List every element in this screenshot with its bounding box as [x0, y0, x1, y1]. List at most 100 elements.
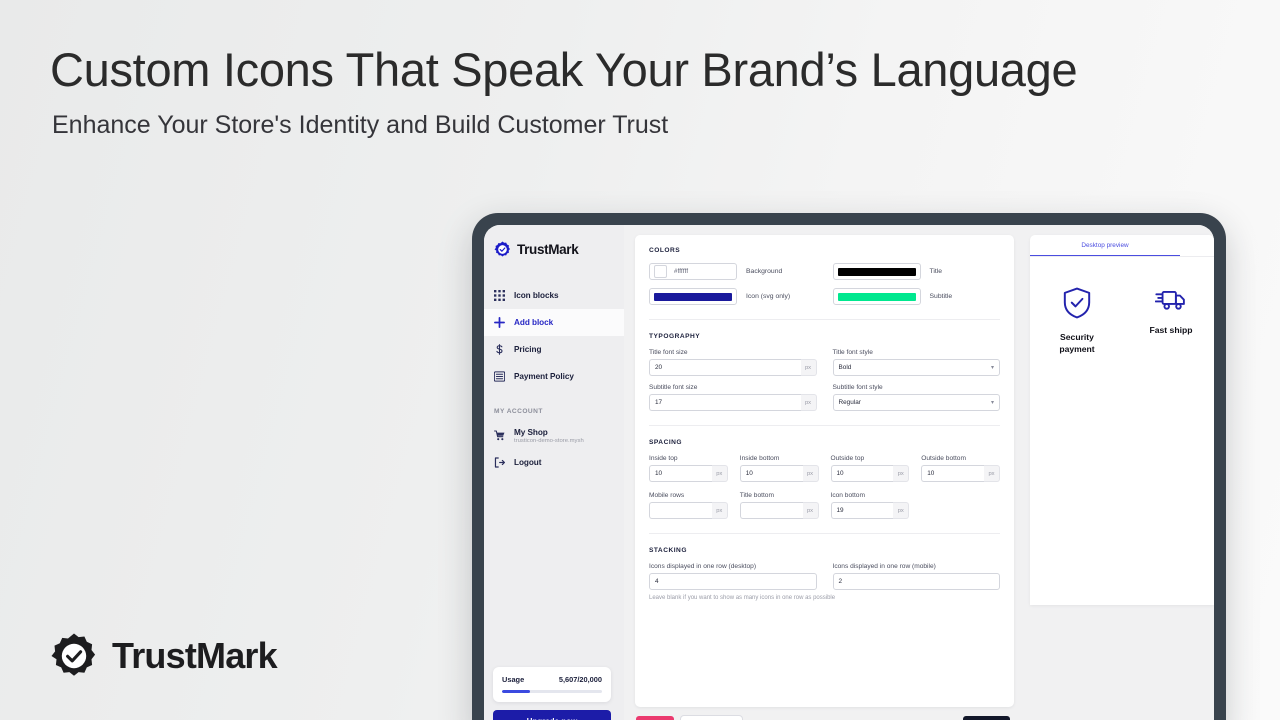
sidebar-item-logout[interactable]: Logout: [484, 449, 624, 476]
color-field-label: Background: [746, 268, 783, 275]
usage-card: Usage 5,607/20,000: [493, 666, 611, 702]
sidebar-logo-label: TrustMark: [517, 242, 579, 257]
color-field-label: Title: [929, 268, 943, 275]
field-label: Inside bottom: [739, 455, 780, 462]
field-title-font-style: Title font style Bold ▾: [832, 349, 1000, 376]
chevron-down-icon: ▾: [990, 399, 994, 406]
grid-icon: [494, 290, 505, 301]
verified-badge-check-icon: [50, 632, 98, 680]
color-field-icon[interactable]: Icon (svg only): [649, 288, 817, 305]
divider: [649, 425, 1000, 426]
sidebar-section-label: MY ACCOUNT: [494, 408, 543, 415]
usage-widget: Usage 5,607/20,000 Upgrade now: [493, 666, 611, 720]
outside-bottom-input[interactable]: 10: [921, 465, 984, 482]
shop-domain-label: trusticon-demo-store.mysh: [514, 437, 584, 444]
color-swatch-box[interactable]: [832, 263, 921, 280]
inside-bottom-input[interactable]: 10: [739, 465, 803, 482]
unit-suffix: px: [711, 465, 728, 482]
field-title-font-size: Title font size 20 px: [649, 349, 817, 376]
usage-progress-track: [502, 689, 602, 693]
page-subtitle: Enhance Your Store's Identity and Build …: [52, 111, 669, 139]
title-font-size-input[interactable]: 20: [649, 359, 801, 376]
color-swatch-box[interactable]: #ffffff: [649, 263, 737, 280]
icons-per-row-mobile-input[interactable]: 2: [832, 573, 1000, 590]
sidebar-item-label: Logout: [514, 458, 542, 467]
colors-grid: #ffffff Background Title Icon (svg only)…: [649, 263, 1000, 305]
preview-icon-item: Fast shipp: [1124, 287, 1214, 355]
upgrade-now-button[interactable]: Upgrade now: [493, 710, 611, 720]
mobile-rows-input[interactable]: [649, 502, 712, 519]
preview-icon-title: Fast shipp: [1149, 325, 1193, 335]
inside-top-input[interactable]: 10: [649, 465, 712, 482]
spacing-grid-spacer: [921, 492, 1000, 519]
field-icons-per-row-mobile: Icons displayed in one row (mobile) 2: [832, 563, 1000, 590]
sidebar-nav: Icon blocks Add block Pricing Payment Po…: [484, 282, 624, 476]
field-title-bottom: Title bottom px: [739, 492, 819, 519]
list-icon: [494, 371, 505, 382]
icons-per-row-desktop-input[interactable]: 4: [649, 573, 817, 590]
save-as-draft-button[interactable]: Save as draft: [681, 716, 742, 720]
unit-suffix: px: [984, 465, 1000, 482]
sidebar-item-add-block[interactable]: Add block: [484, 309, 624, 336]
preview-card: Desktop preview Security payment Fast sh…: [1030, 235, 1214, 605]
stacking-grid: Icons displayed in one row (desktop) 4 I…: [649, 563, 1000, 590]
app-screen: TrustMark Icon blocks Add block Pricing …: [484, 225, 1214, 720]
section-title-stacking: STACKING: [649, 547, 687, 554]
usage-count: 5,607/20,000: [558, 674, 602, 684]
color-swatch: [654, 292, 732, 301]
color-field-title[interactable]: Title: [832, 263, 1001, 280]
color-field-label: Subtitle: [929, 293, 953, 300]
icon-bottom-input[interactable]: 19: [830, 502, 894, 519]
sidebar-item-pricing[interactable]: Pricing: [484, 336, 624, 363]
field-label: Subtitle font size: [649, 384, 698, 391]
typography-grid: Title font size 20 px Title font style B…: [649, 349, 1000, 411]
brand-name: TrustMark: [112, 635, 278, 676]
tab-mobile-preview[interactable]: [1180, 235, 1214, 256]
verified-badge-check-icon: [494, 241, 511, 258]
color-field-background[interactable]: #ffffff Background: [649, 263, 817, 280]
delete-button[interactable]: Delete: [636, 716, 675, 720]
selected-value: Regular: [838, 399, 861, 406]
selected-value: Bold: [838, 364, 852, 371]
divider: [649, 319, 1000, 320]
field-label: Outside top: [830, 455, 865, 462]
field-subtitle-font-style: Subtitle font style Regular ▾: [832, 384, 1000, 411]
sidebar-item-icon-blocks[interactable]: Icon blocks: [484, 282, 624, 309]
title-bottom-input[interactable]: [739, 502, 803, 519]
tab-desktop-preview[interactable]: Desktop preview: [1030, 235, 1180, 256]
logout-icon: [494, 457, 505, 468]
sidebar-item-my-shop[interactable]: My Shop trusticon-demo-store.mysh: [484, 422, 624, 449]
divider: [649, 533, 1000, 534]
page-title: Custom Icons That Speak Your Brand’s Lan…: [50, 43, 1078, 96]
preview-icon-row: Security payment Fast shipp: [1030, 257, 1214, 355]
section-title-typography: TYPOGRAPHY: [649, 333, 701, 340]
spacing-grid: Inside top 10 px Inside bottom 10 px Out…: [649, 455, 1000, 519]
title-font-style-select[interactable]: Bold ▾: [832, 359, 1000, 376]
field-label: Mobile rows: [649, 492, 685, 499]
field-label: Title font size: [649, 349, 688, 356]
field-subtitle-font-size: Subtitle font size 17 px: [649, 384, 817, 411]
color-field-subtitle[interactable]: Subtitle: [832, 288, 1001, 305]
color-swatch-box[interactable]: [832, 288, 921, 305]
subtitle-font-style-select[interactable]: Regular ▾: [832, 394, 1000, 411]
dollar-icon: [494, 344, 505, 355]
unit-suffix: px: [893, 465, 910, 482]
field-mobile-rows: Mobile rows px: [649, 492, 728, 519]
field-label: Icons displayed in one row (mobile): [832, 563, 936, 570]
subtitle-font-size-input[interactable]: 17: [649, 394, 801, 411]
preview-panel: Desktop preview Security payment Fast sh…: [1024, 225, 1214, 720]
section-title-spacing: SPACING: [649, 439, 683, 446]
unit-suffix: px: [893, 502, 910, 519]
sidebar-item-payment-policy[interactable]: Payment Policy: [484, 363, 624, 390]
field-label: Title font style: [832, 349, 873, 356]
field-label: Icons displayed in one row (desktop): [649, 563, 757, 570]
editor-action-bar: Delete Save as draft Publish: [635, 707, 1014, 720]
shield-check-icon: [1062, 287, 1092, 319]
preview-tabs: Desktop preview: [1030, 235, 1214, 257]
usage-label: Usage: [502, 674, 525, 684]
tablet-device-frame: TrustMark Icon blocks Add block Pricing …: [472, 213, 1226, 720]
publish-button[interactable]: Publish: [963, 716, 1010, 720]
color-swatch-box[interactable]: [649, 288, 737, 305]
outside-top-input[interactable]: 10: [830, 465, 894, 482]
field-inside-top: Inside top 10 px: [649, 455, 728, 482]
